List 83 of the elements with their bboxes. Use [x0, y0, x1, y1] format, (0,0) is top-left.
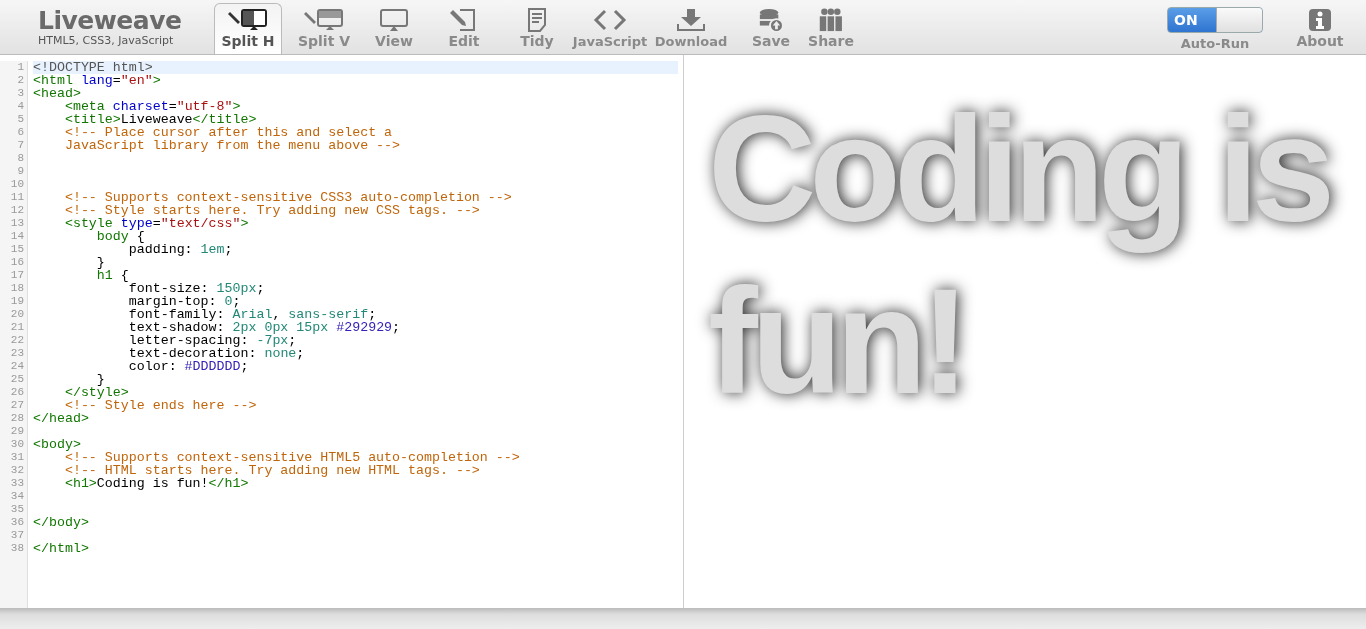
- logo-tagline: HTML5, CSS3, JavaScript: [38, 33, 174, 47]
- line-number: 18: [9, 282, 25, 295]
- code-line: </style>: [63, 386, 130, 399]
- app-logo: Liveweave: [38, 7, 182, 34]
- line-number: 10: [9, 178, 25, 191]
- line-number: 23: [9, 347, 25, 360]
- line-number: 28: [9, 412, 25, 425]
- line-number: 29: [9, 425, 25, 438]
- code-line: color: #DDDDDD;: [127, 360, 250, 373]
- line-number: 9: [16, 165, 25, 178]
- line-number: 1: [16, 61, 25, 74]
- toolbar-button[interactable]: Split H: [214, 3, 282, 54]
- code-line: text-shadow: 2px 0px 15px #292929;: [127, 321, 402, 334]
- code-line: margin-top: 0;: [127, 295, 241, 308]
- line-number: 24: [9, 360, 25, 373]
- code-line: </body>: [33, 516, 90, 529]
- about-button[interactable]: About: [1290, 3, 1350, 54]
- code-line: }: [96, 373, 105, 386]
- line-number: 32: [9, 464, 25, 477]
- line-number: 4: [16, 100, 25, 113]
- line-number: 37: [9, 529, 25, 542]
- line-number: 26: [9, 386, 25, 399]
- code-line: }: [95, 256, 105, 269]
- code-line: <!-- Place cursor after this and select a: [63, 126, 394, 139]
- code-line: <title>Liveweave</title>: [63, 113, 258, 126]
- line-number: 30: [9, 438, 25, 451]
- line-number: 14: [9, 230, 25, 243]
- line-number: 12: [9, 204, 25, 217]
- toolbar-button[interactable]: Share: [804, 3, 858, 54]
- toolbar-button[interactable]: Download: [652, 3, 730, 54]
- code-line: </html>: [33, 542, 90, 555]
- line-number: 20: [9, 308, 25, 321]
- toolbar-button[interactable]: Edit: [434, 3, 494, 54]
- line-number: 13: [9, 217, 25, 230]
- line-number: 8: [16, 152, 25, 165]
- line-number: 16: [9, 256, 25, 269]
- line-number: 31: [9, 451, 25, 464]
- line-number: 34: [9, 490, 25, 503]
- line-number: 3: [16, 87, 25, 100]
- line-number: 21: [9, 321, 25, 334]
- toolbar-button[interactable]: Tidy: [512, 3, 562, 54]
- code-line: </head>: [33, 412, 90, 425]
- auto-run-label: Auto-Run: [1180, 36, 1250, 51]
- line-number: 33: [9, 477, 25, 490]
- code-line: h1 {: [95, 269, 129, 282]
- code-line: <head>: [33, 87, 82, 100]
- code-line: <!-- Supports context-sensitive HTML5 auto-completion -->: [64, 451, 521, 464]
- toolbar-button[interactable]: JavaScript: [570, 3, 650, 54]
- line-number: 25: [9, 373, 25, 386]
- line-number: 7: [16, 139, 25, 152]
- code-line: <style type="text/css">: [63, 217, 250, 230]
- line-number: 11: [9, 191, 25, 204]
- line-number: 6: [16, 126, 25, 139]
- code-line: text-decoration: none;: [127, 347, 306, 360]
- code-line: JavaScript library from the menu above -->: [63, 139, 402, 152]
- code-line: padding: 1em;: [128, 243, 234, 256]
- line-number: 2: [16, 74, 25, 87]
- toolbar-button[interactable]: Save: [746, 3, 796, 54]
- code-line: <!-- Style starts here. Try adding new CSS tags. -->: [63, 204, 481, 217]
- line-number: 17: [9, 269, 25, 282]
- line-number: 15: [9, 243, 25, 256]
- line-number: 22: [9, 334, 25, 347]
- code-line: <!-- Style ends here -->: [63, 399, 258, 412]
- code-line: <h1>Coding is fun!</h1>: [63, 477, 249, 490]
- auto-run-toggle[interactable]: ON: [1167, 7, 1263, 33]
- code-line: <!-- Supports context-sensitive CSS3 auto-completion -->: [63, 191, 513, 204]
- code-line: body {: [96, 230, 145, 243]
- code-line: font-size: 150px;: [128, 282, 266, 295]
- code-line: <body>: [33, 438, 82, 451]
- line-number: 35: [9, 503, 25, 516]
- code-line: <!-- HTML starts here. Try adding new HTML tags. -->: [63, 464, 480, 477]
- line-number: 5: [16, 113, 25, 126]
- code-line: <meta charset="utf-8">: [63, 100, 242, 113]
- code-line: <html lang="en">: [33, 74, 162, 87]
- preview-heading: Coding is fun!: [708, 84, 1330, 427]
- toolbar-button[interactable]: View: [364, 3, 424, 54]
- toolbar-button[interactable]: Split V: [294, 3, 354, 54]
- line-number: 38: [9, 542, 25, 555]
- code-line: font-family: Arial, sans-serif;: [127, 308, 378, 321]
- line-number: 19: [9, 295, 25, 308]
- line-number: 27: [9, 399, 25, 412]
- code-line: letter-spacing: -7px;: [127, 334, 297, 347]
- line-number: 36: [9, 516, 25, 529]
